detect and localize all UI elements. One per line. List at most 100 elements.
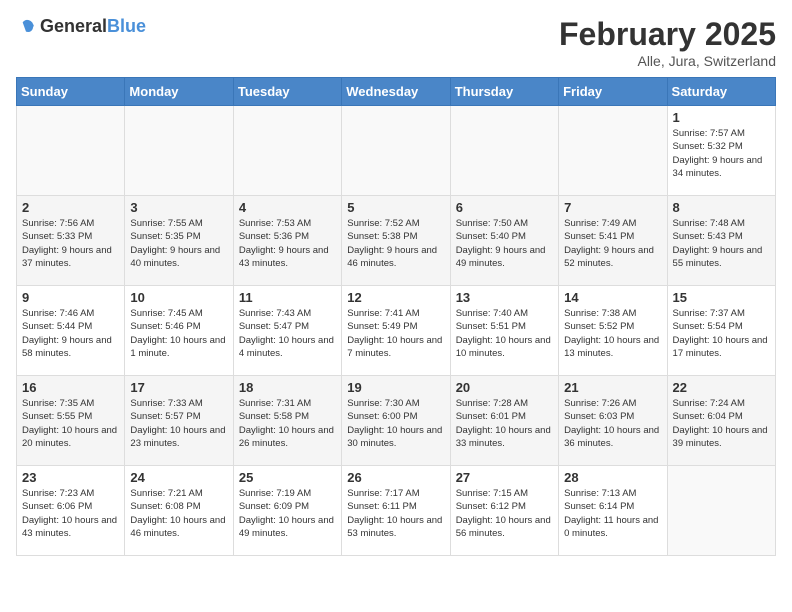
day-number: 20 bbox=[456, 380, 553, 395]
calendar-day: 28 Sunrise: 7:13 AM Sunset: 6:14 PM Dayli… bbox=[559, 466, 667, 556]
calendar-day: 23Sunrise: 7:23 AM Sunset: 6:06 PM Dayli… bbox=[17, 466, 125, 556]
calendar-day: 2 Sunrise: 7:56 AM Sunset: 5:33 PM Daylig… bbox=[17, 196, 125, 286]
day-info: Sunrise: 7:49 AM Sunset: 5:41 PM Dayligh… bbox=[564, 217, 661, 270]
day-number: 24 bbox=[130, 470, 227, 485]
day-info: Sunrise: 7:57 AM Sunset: 5:32 PM Dayligh… bbox=[673, 127, 770, 180]
calendar-day: 15Sunrise: 7:37 AM Sunset: 5:54 PM Dayli… bbox=[667, 286, 775, 376]
calendar-empty-day bbox=[667, 466, 775, 556]
day-number: 22 bbox=[673, 380, 770, 395]
day-number: 5 bbox=[347, 200, 444, 215]
calendar-day: 5 Sunrise: 7:52 AM Sunset: 5:38 PM Daylig… bbox=[342, 196, 450, 286]
day-info: Sunrise: 7:24 AM Sunset: 6:04 PM Dayligh… bbox=[673, 397, 770, 450]
calendar-day: 3Sunrise: 7:55 AM Sunset: 5:35 PM Daylig… bbox=[125, 196, 233, 286]
day-info: Sunrise: 7:21 AM Sunset: 6:08 PM Dayligh… bbox=[130, 487, 227, 540]
day-number: 2 bbox=[22, 200, 119, 215]
calendar-day: 8 Sunrise: 7:48 AM Sunset: 5:43 PM Daylig… bbox=[667, 196, 775, 286]
day-of-week-header: Thursday bbox=[450, 78, 558, 106]
calendar-day: 12Sunrise: 7:41 AM Sunset: 5:49 PM Dayli… bbox=[342, 286, 450, 376]
calendar-day: 22 Sunrise: 7:24 AM Sunset: 6:04 PM Dayli… bbox=[667, 376, 775, 466]
calendar-empty-day bbox=[450, 106, 558, 196]
day-info: Sunrise: 7:45 AM Sunset: 5:46 PM Dayligh… bbox=[130, 307, 227, 360]
day-info: Sunrise: 7:43 AM Sunset: 5:47 PM Dayligh… bbox=[239, 307, 336, 360]
calendar-week-row: 23Sunrise: 7:23 AM Sunset: 6:06 PM Dayli… bbox=[17, 466, 776, 556]
calendar-day: 24 Sunrise: 7:21 AM Sunset: 6:08 PM Dayli… bbox=[125, 466, 233, 556]
calendar-empty-day bbox=[233, 106, 341, 196]
day-of-week-header: Saturday bbox=[667, 78, 775, 106]
day-number: 14 bbox=[564, 290, 661, 305]
day-info: Sunrise: 7:30 AM Sunset: 6:00 PM Dayligh… bbox=[347, 397, 444, 450]
day-number: 10 bbox=[130, 290, 227, 305]
calendar-day: 16 Sunrise: 7:35 AM Sunset: 5:55 PM Dayli… bbox=[17, 376, 125, 466]
day-number: 1 bbox=[673, 110, 770, 125]
day-number: 8 bbox=[673, 200, 770, 215]
day-number: 27 bbox=[456, 470, 553, 485]
calendar-title: February 2025 bbox=[559, 16, 776, 53]
calendar-day: 18 Sunrise: 7:31 AM Sunset: 5:58 PM Dayli… bbox=[233, 376, 341, 466]
calendar-day: 25 Sunrise: 7:19 AM Sunset: 6:09 PM Dayli… bbox=[233, 466, 341, 556]
calendar-day: 10 Sunrise: 7:45 AM Sunset: 5:46 PM Dayli… bbox=[125, 286, 233, 376]
calendar-day: 11 Sunrise: 7:43 AM Sunset: 5:47 PM Dayli… bbox=[233, 286, 341, 376]
calendar-day: 26 Sunrise: 7:17 AM Sunset: 6:11 PM Dayli… bbox=[342, 466, 450, 556]
day-number: 12 bbox=[347, 290, 444, 305]
day-number: 28 bbox=[564, 470, 661, 485]
day-info: Sunrise: 7:38 AM Sunset: 5:52 PM Dayligh… bbox=[564, 307, 661, 360]
calendar-week-row: 16 Sunrise: 7:35 AM Sunset: 5:55 PM Dayli… bbox=[17, 376, 776, 466]
day-number: 18 bbox=[239, 380, 336, 395]
calendar-day: 1 Sunrise: 7:57 AM Sunset: 5:32 PM Daylig… bbox=[667, 106, 775, 196]
day-number: 6 bbox=[456, 200, 553, 215]
day-number: 4 bbox=[239, 200, 336, 215]
day-of-week-header: Sunday bbox=[17, 78, 125, 106]
day-number: 16 bbox=[22, 380, 119, 395]
day-number: 26 bbox=[347, 470, 444, 485]
logo-general-text: General bbox=[40, 16, 107, 36]
day-info: Sunrise: 7:26 AM Sunset: 6:03 PM Dayligh… bbox=[564, 397, 661, 450]
day-info: Sunrise: 7:19 AM Sunset: 6:09 PM Dayligh… bbox=[239, 487, 336, 540]
day-of-week-header: Wednesday bbox=[342, 78, 450, 106]
day-info: Sunrise: 7:23 AM Sunset: 6:06 PM Dayligh… bbox=[22, 487, 119, 540]
calendar-empty-day bbox=[342, 106, 450, 196]
calendar-header-row: SundayMondayTuesdayWednesdayThursdayFrid… bbox=[17, 78, 776, 106]
day-number: 3 bbox=[130, 200, 227, 215]
day-number: 19 bbox=[347, 380, 444, 395]
calendar-week-row: 2 Sunrise: 7:56 AM Sunset: 5:33 PM Daylig… bbox=[17, 196, 776, 286]
calendar-empty-day bbox=[125, 106, 233, 196]
calendar-day: 20Sunrise: 7:28 AM Sunset: 6:01 PM Dayli… bbox=[450, 376, 558, 466]
logo: GeneralBlue bbox=[16, 16, 146, 37]
calendar-week-row: 9 Sunrise: 7:46 AM Sunset: 5:44 PM Daylig… bbox=[17, 286, 776, 376]
calendar-week-row: 1 Sunrise: 7:57 AM Sunset: 5:32 PM Daylig… bbox=[17, 106, 776, 196]
day-info: Sunrise: 7:48 AM Sunset: 5:43 PM Dayligh… bbox=[673, 217, 770, 270]
day-number: 11 bbox=[239, 290, 336, 305]
title-block: February 2025 Alle, Jura, Switzerland bbox=[559, 16, 776, 69]
calendar-day: 17 Sunrise: 7:33 AM Sunset: 5:57 PM Dayli… bbox=[125, 376, 233, 466]
day-info: Sunrise: 7:33 AM Sunset: 5:57 PM Dayligh… bbox=[130, 397, 227, 450]
page-header: GeneralBlue February 2025 Alle, Jura, Sw… bbox=[16, 16, 776, 69]
calendar-day: 6 Sunrise: 7:50 AM Sunset: 5:40 PM Daylig… bbox=[450, 196, 558, 286]
day-number: 9 bbox=[22, 290, 119, 305]
day-info: Sunrise: 7:53 AM Sunset: 5:36 PM Dayligh… bbox=[239, 217, 336, 270]
calendar-day: 13Sunrise: 7:40 AM Sunset: 5:51 PM Dayli… bbox=[450, 286, 558, 376]
day-number: 17 bbox=[130, 380, 227, 395]
calendar-day: 14 Sunrise: 7:38 AM Sunset: 5:52 PM Dayli… bbox=[559, 286, 667, 376]
day-info: Sunrise: 7:13 AM Sunset: 6:14 PM Dayligh… bbox=[564, 487, 661, 540]
day-info: Sunrise: 7:52 AM Sunset: 5:38 PM Dayligh… bbox=[347, 217, 444, 270]
calendar-day: 7 Sunrise: 7:49 AM Sunset: 5:41 PM Daylig… bbox=[559, 196, 667, 286]
calendar-day: 21 Sunrise: 7:26 AM Sunset: 6:03 PM Dayli… bbox=[559, 376, 667, 466]
calendar-empty-day bbox=[559, 106, 667, 196]
calendar-day: 27 Sunrise: 7:15 AM Sunset: 6:12 PM Dayli… bbox=[450, 466, 558, 556]
day-info: Sunrise: 7:56 AM Sunset: 5:33 PM Dayligh… bbox=[22, 217, 119, 270]
day-info: Sunrise: 7:17 AM Sunset: 6:11 PM Dayligh… bbox=[347, 487, 444, 540]
day-info: Sunrise: 7:35 AM Sunset: 5:55 PM Dayligh… bbox=[22, 397, 119, 450]
logo-blue-text: Blue bbox=[107, 16, 146, 36]
day-info: Sunrise: 7:15 AM Sunset: 6:12 PM Dayligh… bbox=[456, 487, 553, 540]
day-info: Sunrise: 7:31 AM Sunset: 5:58 PM Dayligh… bbox=[239, 397, 336, 450]
day-number: 15 bbox=[673, 290, 770, 305]
day-number: 25 bbox=[239, 470, 336, 485]
day-number: 21 bbox=[564, 380, 661, 395]
day-info: Sunrise: 7:46 AM Sunset: 5:44 PM Dayligh… bbox=[22, 307, 119, 360]
calendar-table: SundayMondayTuesdayWednesdayThursdayFrid… bbox=[16, 77, 776, 556]
calendar-subtitle: Alle, Jura, Switzerland bbox=[559, 53, 776, 69]
day-of-week-header: Friday bbox=[559, 78, 667, 106]
day-info: Sunrise: 7:50 AM Sunset: 5:40 PM Dayligh… bbox=[456, 217, 553, 270]
calendar-empty-day bbox=[17, 106, 125, 196]
day-number: 7 bbox=[564, 200, 661, 215]
